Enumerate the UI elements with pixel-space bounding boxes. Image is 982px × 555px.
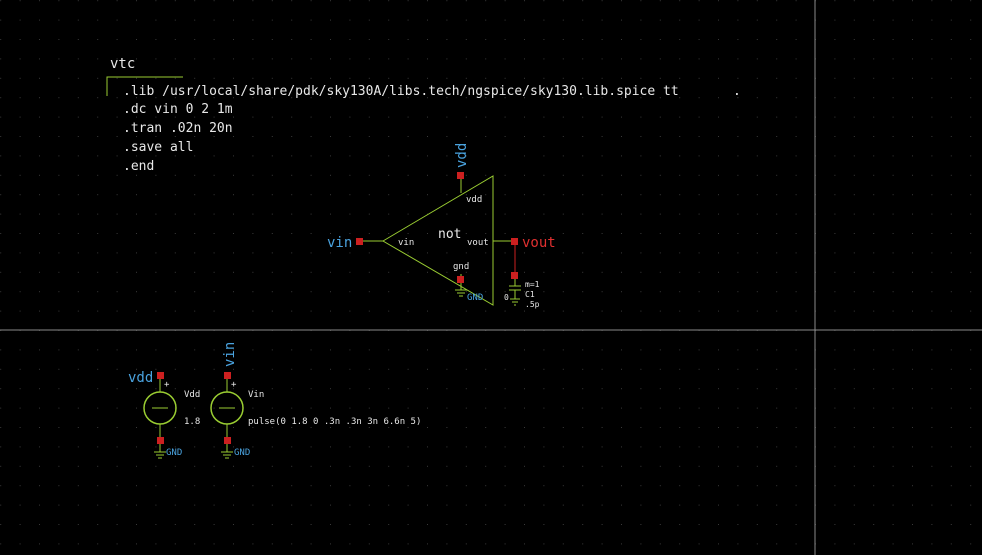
vin-source-value: pulse(0 1.8 0 .3n .3n 3n 6.6n 5) — [248, 417, 421, 427]
code-line-5: .end — [123, 159, 154, 174]
vdd-source-plus: + — [164, 380, 170, 390]
code-line-2: .dc vin 0 2 1m — [123, 102, 233, 117]
capacitor-mult: m=1 — [525, 280, 540, 289]
vin-source-net-label[interactable]: vin — [222, 342, 238, 367]
capacitor-c1[interactable]: m=1 C1 .5p 0 — [504, 245, 540, 309]
vin-source-ground-symbol[interactable]: GND — [221, 444, 250, 459]
gnd-pin-marker[interactable] — [457, 276, 464, 283]
vin-source-plus: + — [231, 380, 237, 390]
code-block-title: vtc — [110, 56, 135, 72]
grid-dots — [0, 0, 972, 545]
capacitor-top-pin[interactable] — [511, 272, 518, 279]
vin-net-label[interactable]: vin — [327, 235, 352, 251]
vsource-vin[interactable]: vin + Vin pulse(0 1.8 0 .3n .3n 3n 6.6n … — [210, 342, 421, 459]
inverter-ground-symbol[interactable]: GND — [455, 283, 483, 303]
capacitor-ref: C1 — [525, 290, 535, 299]
vin-pin-marker[interactable] — [356, 238, 363, 245]
vdd-pin-marker[interactable] — [457, 172, 464, 179]
inverter-gnd-label: GND — [467, 293, 483, 303]
vdd-source-gnd-label: GND — [166, 448, 182, 458]
vout-pin-marker[interactable] — [511, 238, 518, 245]
vdd-source-value: 1.8 — [184, 417, 200, 427]
code-block[interactable]: vtc .lib /usr/local/share/pdk/sky130A/li… — [106, 56, 741, 174]
vdd-net-label[interactable]: vdd — [454, 143, 470, 168]
vsource-vdd[interactable]: vdd + Vdd 1.8 GND — [128, 370, 200, 459]
vin-source-top-pin[interactable] — [224, 372, 231, 379]
inverter-pin-vout: vout — [467, 238, 489, 248]
vdd-source-ground-symbol[interactable]: GND — [154, 444, 182, 459]
vin-source-bottom-pin[interactable] — [224, 437, 231, 444]
vdd-source-top-pin[interactable] — [157, 372, 164, 379]
inverter-name: not — [438, 227, 461, 242]
capacitor-value: .5p — [525, 300, 540, 309]
inverter-symbol[interactable]: not vdd vin vout gnd vdd vin vout GND — [327, 143, 556, 306]
inverter-pin-vdd: vdd — [466, 195, 482, 205]
vin-source-ref: Vin — [248, 390, 264, 400]
schematic-drawing[interactable]: vtc .lib /usr/local/share/pdk/sky130A/li… — [0, 0, 982, 555]
vin-source-gnd-label: GND — [234, 448, 250, 458]
inverter-pin-vin: vin — [398, 238, 414, 248]
vdd-source-bottom-pin[interactable] — [157, 437, 164, 444]
vdd-source-net-label[interactable]: vdd — [128, 370, 153, 386]
code-line-3: .tran .02n 20n — [123, 121, 233, 136]
inverter-pin-gnd: gnd — [453, 262, 469, 272]
vout-net-label[interactable]: vout — [522, 235, 556, 251]
code-line-1-trailing-dot: . — [733, 84, 741, 99]
capacitor-ground-node: 0 — [504, 293, 509, 302]
vdd-source-ref: Vdd — [184, 390, 200, 400]
schematic-canvas[interactable]: vtc .lib /usr/local/share/pdk/sky130A/li… — [0, 0, 982, 555]
code-line-1: .lib /usr/local/share/pdk/sky130A/libs.t… — [123, 84, 679, 99]
code-line-4: .save all — [123, 140, 193, 155]
